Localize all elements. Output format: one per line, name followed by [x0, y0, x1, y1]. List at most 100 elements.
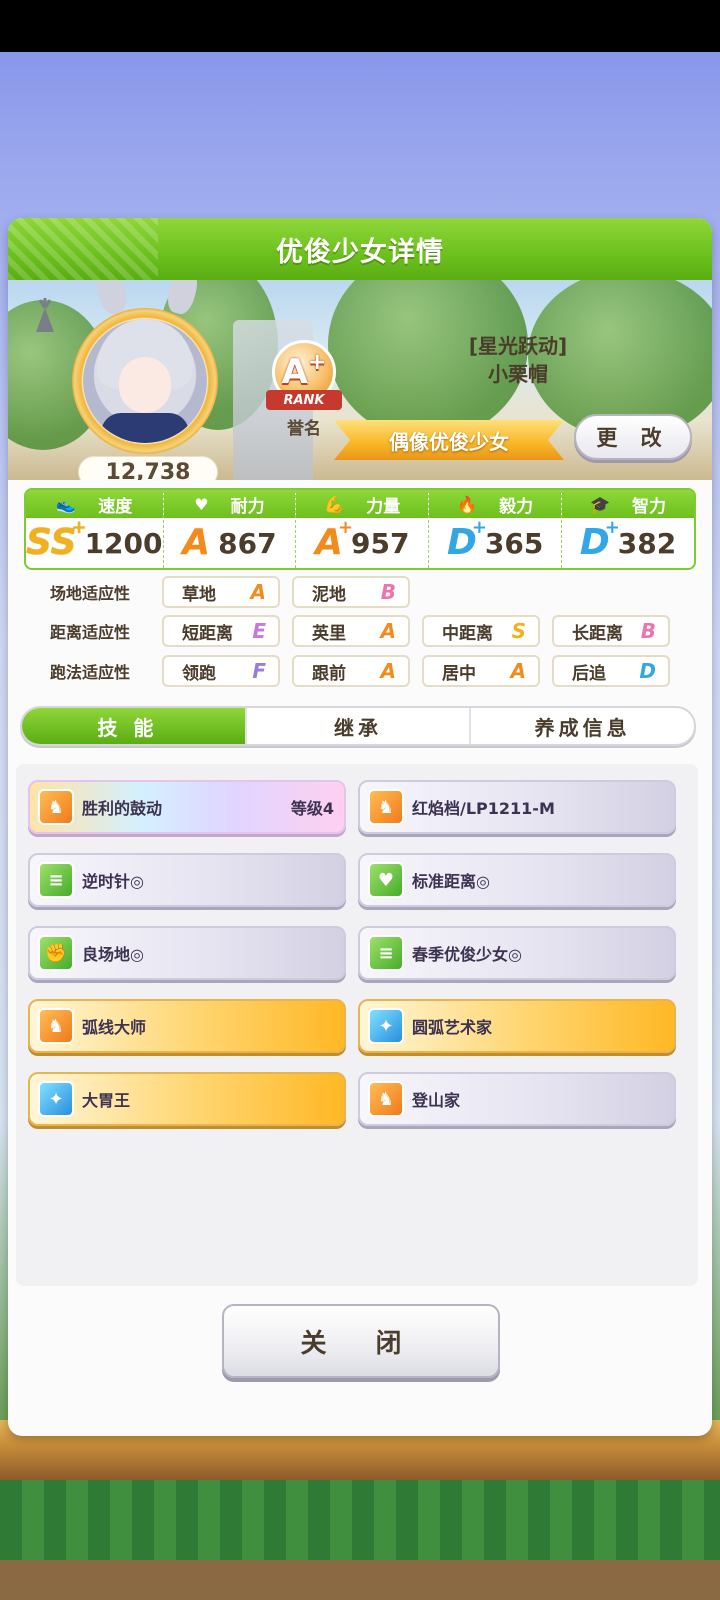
tab-skills[interactable]: 技能	[22, 708, 247, 744]
skill-item[interactable]: ✦ 大胃王	[28, 1072, 346, 1126]
stat-grade-plus: +	[71, 517, 87, 538]
stat-guts: 🔥 毅力 D + 365	[429, 490, 563, 568]
skill-name: 大胃王	[82, 1091, 131, 1110]
aptitude-grade: A	[380, 619, 396, 643]
stat-value: 867	[218, 526, 277, 560]
skill-item[interactable]: ♞ 胜利的鼓动 等级4	[28, 780, 346, 834]
aptitude-chip: 中距离 S	[422, 615, 540, 647]
skill-item[interactable]: ♞ 红焰档/LP1211-M	[358, 780, 676, 834]
aptitude-row-track: 场地适应性 草地 A 泥地 B	[24, 576, 422, 608]
skill-name: 良场地◎	[82, 945, 144, 964]
stat-name: 毅力	[499, 496, 534, 517]
stat-wisdom: 🎓 智力 D + 382	[562, 490, 694, 568]
header-pattern	[8, 218, 158, 280]
stat-grade-letter: SS	[26, 522, 77, 563]
aptitude-name: 泥地	[312, 584, 346, 605]
aptitude-name: 长距离	[572, 623, 623, 644]
skill-item[interactable]: ≡ 逆时针◎	[28, 853, 346, 907]
epithet-ribbon: 偶像优俊少女	[334, 420, 564, 460]
aptitude-name: 跟前	[312, 663, 346, 684]
graduation-cap-icon: 🎓	[590, 494, 611, 514]
stat-grade-plus: +	[337, 517, 354, 538]
aptitude-grade: B	[380, 580, 396, 604]
aptitude-name: 英里	[312, 623, 346, 644]
stat-body: A 867	[164, 518, 296, 568]
aptitude-name: 领跑	[182, 663, 216, 684]
stat-grade-plus: +	[471, 517, 487, 538]
sparkle-icon: ✦	[38, 1081, 74, 1117]
skill-name: 春季优俊少女◎	[412, 945, 522, 964]
status-bar	[0, 0, 720, 52]
horse-rider-icon: ♞	[38, 789, 74, 825]
tab-inheritance[interactable]: 继承	[247, 708, 472, 744]
skill-item[interactable]: ♞ 登山家	[358, 1072, 676, 1126]
horse-rider-icon: ♞	[368, 1081, 404, 1117]
rank-ribbon: RANK	[266, 390, 342, 410]
rank-plus: +	[307, 349, 327, 375]
avatar[interactable]	[72, 308, 218, 454]
outfit-title: [星光跃动]	[468, 334, 568, 358]
aptitude-chip: 居中 A	[422, 655, 540, 687]
stat-grade: A +	[315, 519, 353, 561]
skill-item[interactable]: ✊ 良场地◎	[28, 926, 346, 980]
stat-grade: SS +	[26, 519, 87, 563]
stat-body: A + 957	[296, 518, 428, 568]
heart-icon: ♥	[368, 862, 404, 898]
skill-item[interactable]: ♥ 标准距离◎	[358, 853, 676, 907]
rank-badge: A + RANK	[266, 340, 342, 416]
stat-grade: A	[182, 525, 210, 561]
aptitude-name: 后追	[572, 663, 606, 684]
muscle-icon: ✊	[38, 935, 74, 971]
stat-body: SS + 1200	[26, 518, 163, 568]
aptitude-chip: 后追 D	[552, 655, 670, 687]
detail-tabs: 技能 继承 养成信息	[20, 706, 696, 746]
stat-value: 365	[484, 526, 544, 560]
dialog-title: 优俊少女详情	[276, 236, 444, 268]
stat-grade-letter: A	[182, 522, 211, 563]
document-icon: ≡	[38, 862, 74, 898]
change-button[interactable]: 更 改	[574, 414, 692, 460]
stat-value: 1200	[84, 526, 163, 560]
sparkle-icon: ✦	[368, 1008, 404, 1044]
dialog-header: 优俊少女详情	[8, 218, 712, 280]
aptitude-grade: D	[639, 659, 656, 683]
umamusume-detail-dialog: 优俊少女详情 12,738 A + RANK 誉名 [星光跃动] 小栗帽 偶像优…	[8, 218, 712, 1436]
skill-item[interactable]: ✦ 圆弧艺术家	[358, 999, 676, 1053]
aptitude-row-style: 跑法适应性 领跑 F 跟前 A 居中 A 后追 D	[24, 655, 682, 687]
aptitude-grade: A	[510, 659, 526, 683]
skill-name: 红焰档/LP1211-M	[412, 799, 555, 818]
fan-count: 12,738	[78, 456, 218, 480]
close-button[interactable]: 关 闭	[222, 1304, 500, 1378]
background-ground	[0, 1560, 720, 1600]
aptitude-chip: 英里 A	[292, 615, 410, 647]
aptitude-label: 跑法适应性	[50, 663, 131, 682]
stat-header: 💪 力量	[296, 490, 429, 518]
skills-panel: ♞ 胜利的鼓动 等级4 ♞ 红焰档/LP1211-M ≡ 逆时针◎ ♥ 标准距离…	[16, 764, 698, 1286]
aptitude-label: 场地适应性	[50, 584, 131, 603]
stat-value: 957	[351, 526, 410, 560]
aptitude-chip: 短距离 E	[162, 615, 280, 647]
aptitude-grade: S	[511, 619, 526, 643]
stat-grade: D +	[447, 519, 487, 561]
tab-training-info[interactable]: 养成信息	[471, 708, 694, 744]
horse-rider-icon: ♞	[368, 789, 404, 825]
carrot-icon	[36, 298, 54, 332]
rank-letter: A	[281, 352, 308, 392]
skill-name: 胜利的鼓动	[82, 799, 163, 818]
aptitude-grade: A	[380, 659, 396, 683]
aptitude-chip: 跟前 A	[292, 655, 410, 687]
aptitude-label: 距离适应性	[50, 623, 131, 642]
rank-label: 誉名	[287, 419, 321, 439]
horse-rider-icon: ♞	[38, 1008, 74, 1044]
skill-name: 登山家	[412, 1091, 461, 1110]
aptitude-chip: 领跑 F	[162, 655, 280, 687]
skill-item[interactable]: ♞ 弧线大师	[28, 999, 346, 1053]
skill-name: 逆时针◎	[82, 872, 144, 891]
shoe-icon: 👟	[56, 494, 77, 514]
aptitude-name: 居中	[442, 663, 476, 684]
skill-item[interactable]: ≡ 春季优俊少女◎	[358, 926, 676, 980]
stat-name: 力量	[366, 496, 401, 517]
stat-grade: D +	[580, 519, 620, 561]
avatar-portrait	[83, 319, 207, 443]
aptitude-grade: B	[640, 619, 656, 643]
